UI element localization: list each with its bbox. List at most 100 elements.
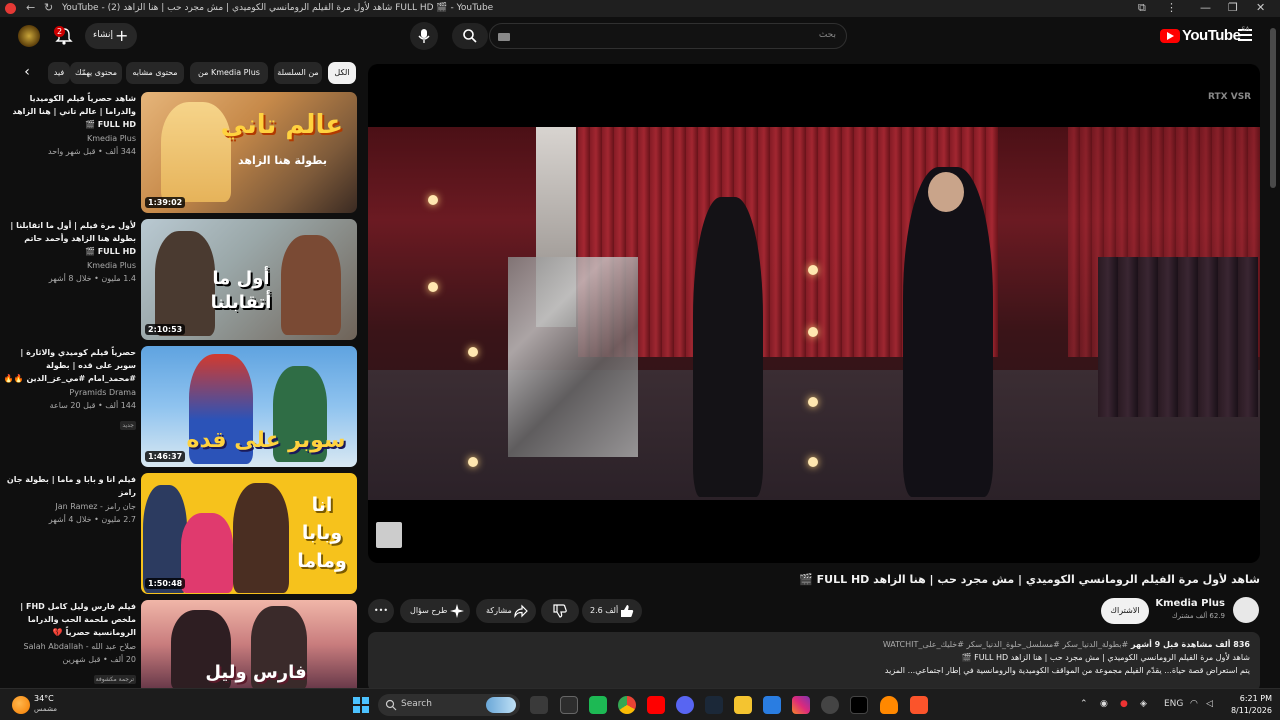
recommendation-thumbnail[interactable]: سوبر على قده — [141, 346, 357, 467]
soundcloud-icon[interactable] — [880, 696, 898, 714]
recommendation-item[interactable]: شاهد حصرياً فيلم الكوميديا والدراما | عا… — [0, 92, 360, 214]
input-language[interactable]: ENG — [1164, 699, 1183, 709]
recommendation-title[interactable]: لأول مرة فيلم | أول ما اتقابلنا | بطولة … — [0, 219, 136, 258]
recommendation-channel[interactable]: Pyramids Drama — [0, 386, 136, 399]
weather-sun-icon[interactable] — [12, 696, 30, 714]
recommendation-item[interactable]: فيلم فارس وليل كامل FHD | ملخص ملحمة الح… — [0, 600, 360, 688]
chrome-icon[interactable] — [618, 696, 636, 714]
recommendation-thumbnail[interactable]: عالم تاني بطولة هنا الزاهد — [141, 92, 357, 213]
back-arrow-icon[interactable]: ← — [26, 1, 35, 14]
taskbar-clock[interactable]: 6:21 PM 8/11/2026 — [1226, 693, 1272, 717]
chip-0[interactable]: الكل — [328, 62, 356, 84]
wifi-icon[interactable]: ◠ — [1190, 699, 1198, 709]
recommendation-item[interactable]: فيلم انا و بابا و ماما | بطولة جان رامز … — [0, 473, 360, 595]
thumbnail-figure — [233, 483, 289, 593]
thumbnail-title: عالم تاني — [220, 110, 343, 140]
tray-chevron-icon[interactable]: ⌃ — [1080, 699, 1088, 709]
file-explorer-icon[interactable] — [734, 696, 752, 714]
recommendation-channel[interactable]: صلاح عبد الله - Salah Abdallah — [0, 640, 136, 653]
chip-3[interactable]: محتوى مشابه — [126, 62, 184, 84]
chevron-left-icon[interactable]: ‹ — [20, 64, 34, 80]
recommendation-channel[interactable]: Kmedia Plus — [0, 132, 136, 145]
create-button[interactable]: + إنشاء — [85, 23, 137, 49]
microphone-icon — [418, 29, 430, 43]
channel-name[interactable]: Kmedia Plus — [1140, 598, 1225, 609]
chip-1[interactable]: من السلسلة — [274, 62, 322, 84]
rtx-vsr-watermark: RTX VSR — [1208, 92, 1252, 102]
recommendation-stats: 344 ألف • قبل شهر واحد — [48, 147, 136, 156]
recommendation-thumbnail[interactable]: أول ما أتقابلنا — [141, 219, 357, 340]
page-scrollbar[interactable] — [1270, 28, 1276, 188]
account-avatar[interactable] — [18, 25, 40, 47]
dislike-button[interactable] — [541, 599, 579, 623]
recommendation-title[interactable]: شاهد حصرياً فيلم الكوميديا والدراما | عا… — [0, 92, 137, 131]
channel-watermark-icon[interactable] — [376, 522, 402, 548]
store-icon[interactable] — [560, 696, 578, 714]
search-button[interactable] — [452, 23, 488, 49]
maximize-button[interactable]: ❐ — [1228, 1, 1238, 14]
hashtags[interactable]: #بطولة_الدنيا_سكر #مسلسل_حلوة_الدنيا_سكر… — [883, 640, 1128, 649]
app-blue-icon[interactable] — [763, 696, 781, 714]
task-view-icon[interactable] — [530, 696, 548, 714]
ask-button[interactable]: طرح سؤال — [400, 599, 470, 623]
recommendation-title[interactable]: فيلم فارس وليل كامل FHD | ملخص ملحمة الح… — [0, 600, 136, 639]
tray-app-icon[interactable]: ● — [1120, 699, 1128, 709]
youtube-logo[interactable]: YouTube SA — [1160, 26, 1249, 44]
brave-icon[interactable] — [910, 696, 928, 714]
browser-menu-icon[interactable]: ⋮ — [1166, 1, 1177, 14]
chip-2[interactable]: من Kmedia Plus — [190, 62, 268, 84]
volume-icon[interactable]: ◁ — [1206, 699, 1213, 709]
taskbar-search-input[interactable]: Search — [378, 694, 520, 716]
recommendation-views: 20 ألف — [110, 655, 136, 664]
recommendation-title[interactable]: حصرياً فيلم كوميدي والاثارة | سوبر على ق… — [0, 346, 136, 385]
keyboard-icon[interactable] — [498, 33, 510, 41]
clock-date: 8/11/2026 — [1230, 706, 1272, 715]
recommendation-meta: شاهد حصرياً فيلم الكوميديا والدراما | عا… — [0, 92, 137, 158]
thumbnail-title: انا وبابا وماما — [297, 494, 347, 572]
recommendation-channel[interactable]: Kmedia Plus — [0, 259, 136, 272]
windows-start-icon[interactable] — [353, 697, 369, 713]
filter-chips: ‹ فيد محتوى يهمّك محتوى مشابه من Kmedia … — [20, 62, 360, 84]
youtube-app-icon[interactable] — [647, 696, 665, 714]
search-input[interactable]: بحث — [489, 23, 847, 49]
more-actions-button[interactable]: ••• — [368, 599, 394, 623]
tray-app-icon[interactable]: ◈ — [1140, 699, 1147, 709]
video-player[interactable]: RTX VSR — [368, 64, 1260, 563]
recommendation-meta: فيلم انا و بابا و ماما | بطولة جان رامز … — [0, 473, 136, 526]
recommendation-item[interactable]: لأول مرة فيلم | أول ما اتقابلنا | بطولة … — [0, 219, 360, 341]
minimize-button[interactable]: — — [1200, 1, 1211, 14]
search-placeholder: بحث — [818, 30, 836, 40]
channel-avatar[interactable] — [1233, 597, 1259, 623]
close-window-button[interactable]: ✕ — [1256, 1, 1265, 14]
chip-5[interactable]: فيد — [48, 62, 70, 84]
recommendation-title[interactable]: فيلم انا و بابا و ماما | بطولة جان رامز — [0, 473, 136, 499]
like-button[interactable]: 2.6 ألف — [582, 599, 642, 623]
extensions-icon[interactable]: ⧉ — [1138, 1, 1146, 15]
description-stats-line: 836 ألف مشاهدة قبل 9 أشهر #بطولة_الدنيا_… — [378, 638, 1250, 651]
window-title: YouTube - (2) شاهد لأول مرة الفيلم الروم… — [62, 3, 494, 13]
chip-4[interactable]: محتوى يهمّك — [70, 62, 122, 84]
thumbnail-subtitle: بطولة هنا الزاهد — [238, 154, 327, 167]
ask-label: طرح سؤال — [410, 606, 448, 615]
share-button[interactable]: مشاركة — [476, 599, 536, 623]
recommendation-stats: 144 ألف • قبل 20 ساعة — [49, 401, 136, 410]
tray-app-icon[interactable]: ◉ — [1100, 699, 1108, 709]
refresh-icon[interactable]: ↻ — [44, 1, 53, 14]
description-box[interactable]: 836 ألف مشاهدة قبل 9 أشهر #بطولة_الدنيا_… — [368, 632, 1260, 692]
instagram-icon[interactable] — [792, 696, 810, 714]
recommendation-thumbnail[interactable]: فارس وليل — [141, 600, 357, 688]
tiktok-icon[interactable] — [850, 696, 868, 714]
view-stats: 836 ألف مشاهدة قبل 9 أشهر — [1131, 640, 1250, 649]
recommendation-thumbnail[interactable]: انا وبابا وماما — [141, 473, 357, 594]
obs-icon[interactable] — [821, 696, 839, 714]
browser-app-icon — [5, 3, 16, 14]
voice-search-button[interactable] — [410, 22, 438, 50]
recommendation-channel[interactable]: جان رامز - Jan Ramez — [0, 500, 136, 513]
subscribe-button[interactable]: الاشتراك — [1101, 598, 1149, 624]
app-green-icon[interactable] — [589, 696, 607, 714]
discord-icon[interactable] — [676, 696, 694, 714]
steam-icon[interactable] — [705, 696, 723, 714]
search-icon — [463, 29, 477, 43]
recommendation-item[interactable]: حصرياً فيلم كوميدي والاثارة | سوبر على ق… — [0, 346, 360, 468]
video-duration: 1:39:02 — [145, 197, 186, 208]
